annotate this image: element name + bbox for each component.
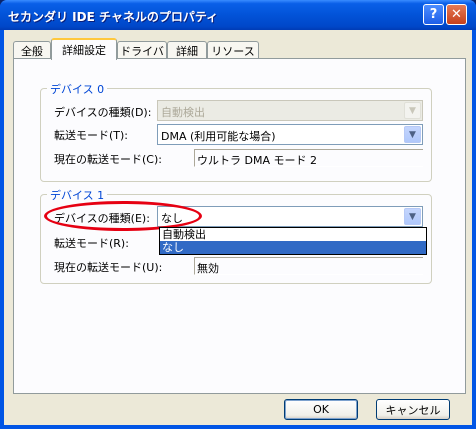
tab-label: ドライバ bbox=[120, 44, 164, 58]
dropdown-option-auto[interactable]: 自動検出 bbox=[160, 228, 426, 241]
field-value: 無効 bbox=[197, 262, 219, 275]
tab-general[interactable]: 全般 bbox=[13, 41, 51, 59]
ok-button[interactable]: OK bbox=[284, 399, 358, 420]
device0-mode-combo[interactable]: DMA (利用可能な場合) ▼ bbox=[157, 124, 423, 145]
device1-type-label: デバイスの種類(E): bbox=[54, 212, 150, 225]
close-button[interactable]: ✕ bbox=[446, 4, 467, 25]
tab-resources[interactable]: リソース bbox=[207, 41, 259, 59]
chevron-down-icon: ▼ bbox=[404, 102, 421, 119]
chevron-down-icon[interactable]: ▼ bbox=[404, 208, 421, 225]
help-button[interactable]: ? bbox=[423, 4, 444, 25]
combo-value: なし bbox=[161, 212, 183, 225]
device1-current-field: 無効 bbox=[194, 257, 423, 275]
tab-details[interactable]: 詳細 bbox=[167, 41, 207, 59]
device1-mode-label: 転送モード(R): bbox=[54, 237, 129, 250]
device1-current-label: 現在の転送モード(U): bbox=[54, 261, 163, 274]
device1-type-combo[interactable]: なし ▼ bbox=[157, 206, 423, 227]
device0-type-label: デバイスの種類(D): bbox=[54, 106, 152, 119]
device1-legend: デバイス 1 bbox=[47, 187, 108, 203]
device0-type-combo: 自動検出 ▼ bbox=[157, 100, 423, 121]
combo-value: 自動検出 bbox=[161, 106, 205, 119]
button-label: キャンセル bbox=[385, 403, 441, 417]
device0-current-field: ウルトラ DMA モード 2 bbox=[194, 149, 423, 167]
device0-mode-label: 転送モード(T): bbox=[54, 129, 129, 142]
close-icon: ✕ bbox=[451, 7, 462, 22]
dropdown-option-none[interactable]: なし bbox=[160, 241, 426, 254]
help-icon: ? bbox=[429, 7, 438, 22]
dialog-window: セカンダリ IDE チャネルのプロパティ ? ✕ 全般 詳細設定 ドライバ 詳細… bbox=[0, 0, 476, 429]
button-label: OK bbox=[313, 403, 329, 416]
tab-label: 全般 bbox=[21, 44, 43, 58]
tab-label: 詳細 bbox=[176, 44, 198, 58]
tab-label: リソース bbox=[211, 44, 255, 58]
tab-driver[interactable]: ドライバ bbox=[117, 41, 167, 59]
combo-value: DMA (利用可能な場合) bbox=[161, 130, 276, 143]
window-title: セカンダリ IDE チャネルのプロパティ bbox=[8, 10, 219, 24]
tab-advanced[interactable]: 詳細設定 bbox=[51, 38, 117, 60]
cancel-button[interactable]: キャンセル bbox=[376, 399, 450, 420]
device0-current-label: 現在の転送モード(C): bbox=[54, 153, 162, 166]
device0-legend: デバイス 0 bbox=[47, 81, 108, 97]
tab-label: 詳細設定 bbox=[62, 44, 106, 57]
device1-type-dropdown-list[interactable]: 自動検出 なし bbox=[159, 227, 427, 255]
field-value: ウルトラ DMA モード 2 bbox=[197, 154, 317, 167]
title-bar[interactable]: セカンダリ IDE チャネルのプロパティ ? ✕ bbox=[0, 0, 476, 30]
chevron-down-icon[interactable]: ▼ bbox=[404, 126, 421, 143]
dialog-client: 全般 詳細設定 ドライバ 詳細 リソース デバイス 0 デバイスの種類(D): … bbox=[4, 30, 472, 425]
